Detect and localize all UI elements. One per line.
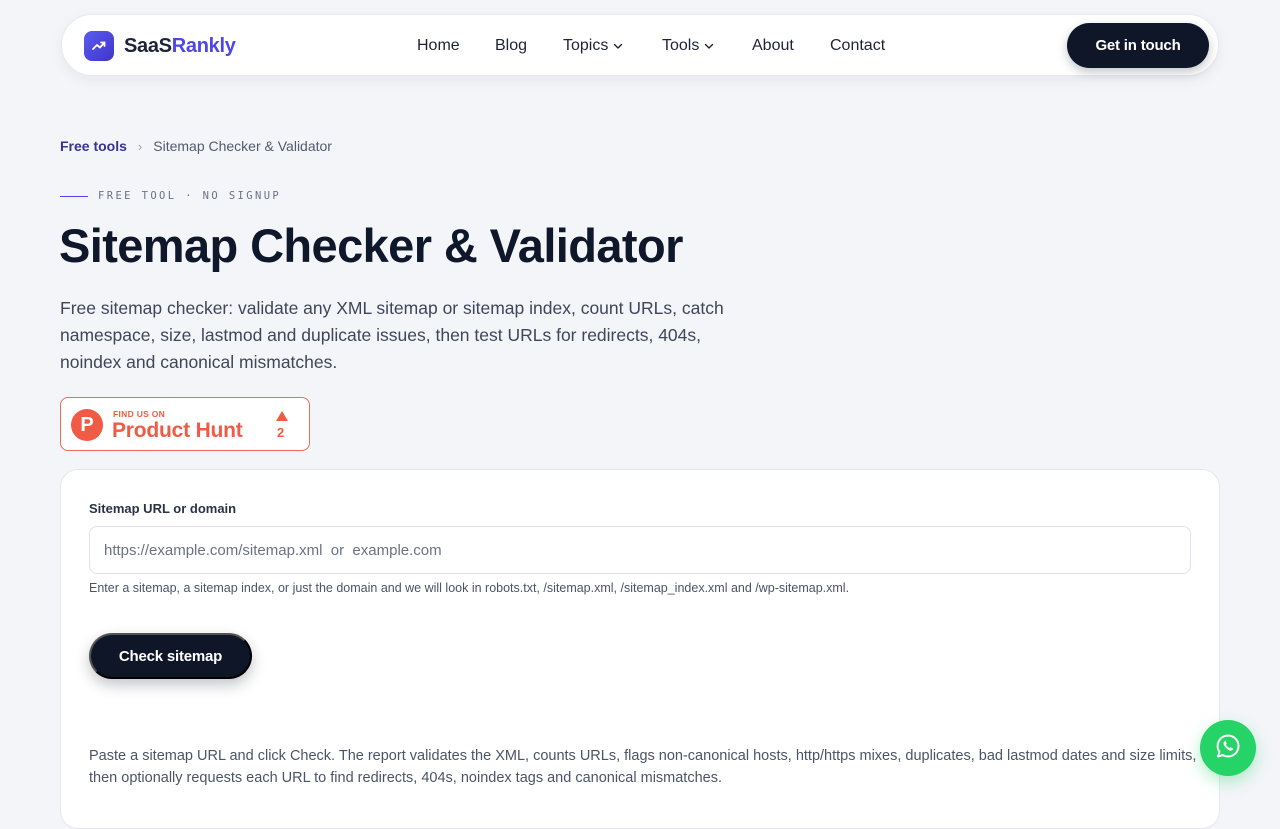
breadcrumb-separator: › bbox=[137, 138, 143, 154]
breadcrumb-free-tools-link[interactable]: Free tools bbox=[60, 138, 127, 154]
sitemap-checker-card: Sitemap URL or domain Enter a sitemap, a… bbox=[60, 469, 1220, 829]
whatsapp-icon bbox=[1215, 733, 1241, 764]
nav-topics-label: Topics bbox=[563, 37, 609, 54]
get-in-touch-button[interactable]: Get in touch bbox=[1067, 23, 1209, 68]
sitemap-url-label: Sitemap URL or domain bbox=[89, 501, 237, 516]
chevron-down-icon bbox=[613, 41, 623, 51]
upvote-count: 2 bbox=[277, 425, 285, 440]
page-title: Sitemap Checker & Validator bbox=[59, 219, 683, 272]
check-sitemap-button[interactable]: Check sitemap bbox=[89, 633, 252, 679]
nav-blog[interactable]: Blog bbox=[495, 37, 527, 55]
chevron-down-icon bbox=[704, 41, 714, 51]
nav-tools-label: Tools bbox=[662, 37, 700, 54]
nav-contact[interactable]: Contact bbox=[830, 37, 885, 55]
eyebrow-text: FREE TOOL · NO SIGNUP bbox=[98, 190, 282, 202]
product-hunt-name: Product Hunt bbox=[112, 419, 243, 442]
product-hunt-badge[interactable]: P FIND US ON Product Hunt 2 bbox=[60, 397, 310, 451]
tool-instructions: Paste a sitemap URL and click Check. The… bbox=[89, 748, 1197, 786]
sitemap-url-input[interactable] bbox=[89, 526, 1191, 574]
upvote-arrow-icon bbox=[276, 411, 288, 421]
product-hunt-icon: P bbox=[71, 409, 103, 441]
main-nav: Home Blog Topics Tools About Contact bbox=[62, 37, 1218, 57]
whatsapp-chat-button[interactable] bbox=[1200, 720, 1256, 776]
eyebrow-rule bbox=[60, 195, 88, 197]
sitemap-url-help-text: Enter a sitemap, a sitemap index, or jus… bbox=[89, 581, 850, 595]
top-navbar: SaaSRankly Home Blog Topics Tools About … bbox=[61, 14, 1219, 76]
nav-about[interactable]: About bbox=[752, 37, 794, 55]
product-hunt-small-text: FIND US ON bbox=[113, 409, 166, 419]
nav-tools[interactable]: Tools bbox=[662, 37, 714, 55]
hero-eyebrow: FREE TOOL · NO SIGNUP bbox=[60, 190, 281, 202]
breadcrumb: Free tools › Sitemap Checker & Validator bbox=[60, 138, 332, 154]
nav-topics[interactable]: Topics bbox=[563, 37, 623, 55]
breadcrumb-current: Sitemap Checker & Validator bbox=[153, 138, 332, 154]
hero-description: Free sitemap checker: validate any XML s… bbox=[60, 298, 724, 372]
nav-home[interactable]: Home bbox=[417, 37, 460, 55]
